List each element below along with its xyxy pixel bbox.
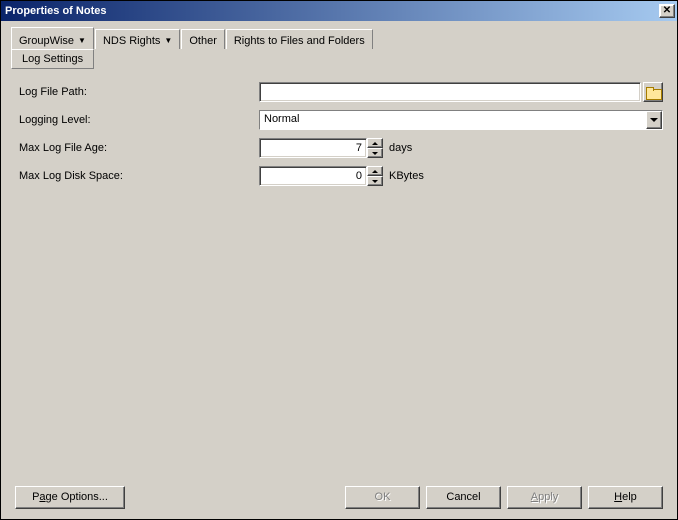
- window-body: GroupWise ▼ NDS Rights ▼ Other Rights to…: [1, 21, 677, 519]
- unit-days: days: [383, 142, 412, 154]
- page-options-button[interactable]: Page Options...: [15, 486, 125, 509]
- label-max-log-file-age: Max Log File Age:: [15, 142, 259, 154]
- row-log-file-path: Log File Path:: [15, 81, 663, 103]
- label-logging-level: Logging Level:: [15, 114, 259, 126]
- tab-rights-files[interactable]: Rights to Files and Folders: [226, 29, 373, 49]
- help-button[interactable]: Help: [588, 486, 663, 509]
- form-content: Log File Path: Logging Level: Normal Max…: [15, 81, 663, 469]
- chevron-down-icon: [650, 118, 658, 122]
- label-max-log-disk-space: Max Log Disk Space:: [15, 170, 259, 182]
- chevron-down-icon: [372, 180, 378, 183]
- properties-window: Properties of Notes ✕ GroupWise ▼ NDS Ri…: [0, 0, 678, 520]
- log-file-path-input[interactable]: [259, 82, 641, 102]
- window-title: Properties of Notes: [5, 5, 659, 17]
- logging-level-select[interactable]: Normal: [259, 110, 663, 130]
- tab-groupwise[interactable]: GroupWise ▼: [11, 27, 94, 49]
- max-log-file-age-input[interactable]: [259, 138, 367, 158]
- chevron-up-icon: [372, 170, 378, 173]
- apply-button[interactable]: Apply: [507, 486, 582, 509]
- subtab-bar: Log Settings: [11, 49, 94, 69]
- row-max-log-file-age: Max Log File Age: days: [15, 137, 663, 159]
- tab-nds-rights-label: NDS Rights: [103, 35, 160, 47]
- logging-level-dropdown-button[interactable]: [646, 111, 662, 129]
- row-logging-level: Logging Level: Normal: [15, 109, 663, 131]
- max-log-file-age-up[interactable]: [367, 138, 383, 148]
- label-log-file-path: Log File Path:: [15, 86, 259, 98]
- chevron-down-icon: ▼: [78, 37, 86, 45]
- titlebar: Properties of Notes ✕: [1, 1, 677, 21]
- browse-button[interactable]: [643, 82, 663, 102]
- max-log-file-age-down[interactable]: [367, 148, 383, 158]
- chevron-up-icon: [372, 142, 378, 145]
- tab-other-label: Other: [189, 35, 217, 47]
- max-log-disk-space-down[interactable]: [367, 176, 383, 186]
- tab-rights-files-label: Rights to Files and Folders: [234, 35, 365, 47]
- subtab-log-settings[interactable]: Log Settings: [11, 49, 94, 69]
- max-log-file-age-spinner: [367, 138, 383, 158]
- max-log-disk-space-up[interactable]: [367, 166, 383, 176]
- max-log-disk-space-spinner: [367, 166, 383, 186]
- chevron-down-icon: ▼: [164, 37, 172, 45]
- button-bar: Page Options... OK Cancel Apply Help: [1, 475, 677, 519]
- chevron-down-icon: [372, 152, 378, 155]
- tab-other[interactable]: Other: [181, 29, 225, 49]
- tab-strip: GroupWise ▼ NDS Rights ▼ Other Rights to…: [11, 29, 374, 49]
- cancel-button[interactable]: Cancel: [426, 486, 501, 509]
- close-button[interactable]: ✕: [659, 4, 675, 18]
- ok-button[interactable]: OK: [345, 486, 420, 509]
- tab-groupwise-label: GroupWise: [19, 35, 74, 47]
- max-log-disk-space-input[interactable]: [259, 166, 367, 186]
- logging-level-value: Normal: [260, 111, 646, 129]
- folder-icon: [646, 87, 660, 98]
- row-max-log-disk-space: Max Log Disk Space: KBytes: [15, 165, 663, 187]
- unit-kbytes: KBytes: [383, 170, 424, 182]
- tab-nds-rights[interactable]: NDS Rights ▼: [95, 29, 180, 49]
